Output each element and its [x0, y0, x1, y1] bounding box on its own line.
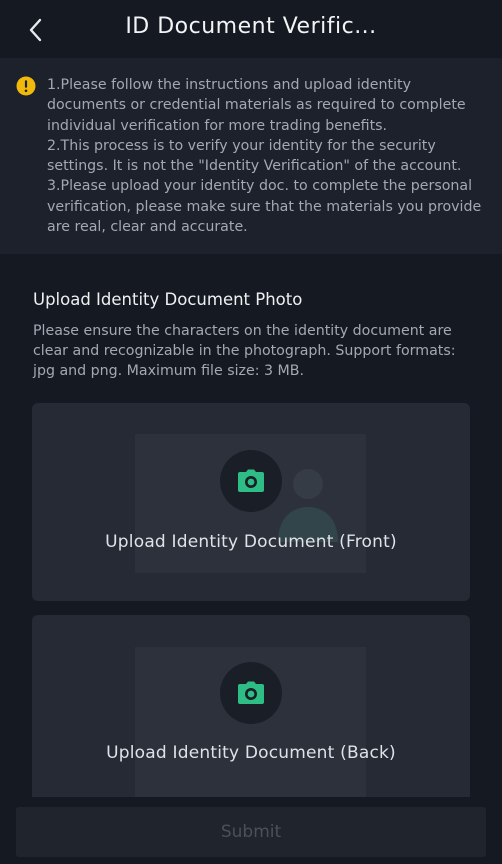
- description-line: jpg and png. Maximum file size: 3 MB.: [33, 363, 305, 379]
- upload-section-title: Upload Identity Document Photo: [33, 290, 303, 309]
- camera-icon: [238, 681, 264, 704]
- description-line: Please ensure the characters on the iden…: [33, 323, 452, 339]
- submit-button[interactable]: Submit: [16, 807, 486, 857]
- upload-front-card[interactable]: Upload Identity Document (Front): [32, 403, 470, 601]
- upload-section-description: Please ensure the characters on the iden…: [33, 321, 473, 381]
- notice-line: 3.Please upload your identity doc. to co…: [47, 178, 473, 195]
- person-silhouette-icon: [278, 469, 338, 542]
- notice-line: 1.Please follow the instructions and upl…: [47, 77, 411, 93]
- upload-front-label: Upload Identity Document (Front): [105, 532, 397, 552]
- notice-line: settings. It is not the "Identity Verifi…: [47, 158, 462, 175]
- camera-button[interactable]: [220, 450, 282, 512]
- description-line: clear and recognizable in the photograph…: [33, 343, 456, 359]
- bottom-action-bar: Submit: [0, 797, 502, 864]
- notice-line: are real, clear and accurate.: [47, 219, 248, 236]
- notice-line: individual verification for more trading…: [47, 117, 388, 134]
- notice-line: documents or credential materials as req…: [47, 97, 466, 114]
- notice-line: verification, please make sure that the …: [47, 198, 482, 215]
- upload-back-label: Upload Identity Document (Back): [106, 743, 396, 763]
- upload-back-card[interactable]: Upload Identity Document (Back): [32, 615, 470, 799]
- header-bar: ID Document Verific...: [0, 0, 502, 58]
- page-title: ID Document Verific...: [125, 14, 377, 39]
- id-verification-screen: ID Document Verific... 1.Please follow t…: [0, 0, 502, 864]
- info-icon: [16, 76, 36, 96]
- camera-icon: [238, 469, 264, 492]
- instructions-notice: 1.Please follow the instructions and upl…: [0, 58, 502, 254]
- camera-button[interactable]: [220, 662, 282, 724]
- notice-line: 2.This process is to verify your identit…: [47, 137, 436, 154]
